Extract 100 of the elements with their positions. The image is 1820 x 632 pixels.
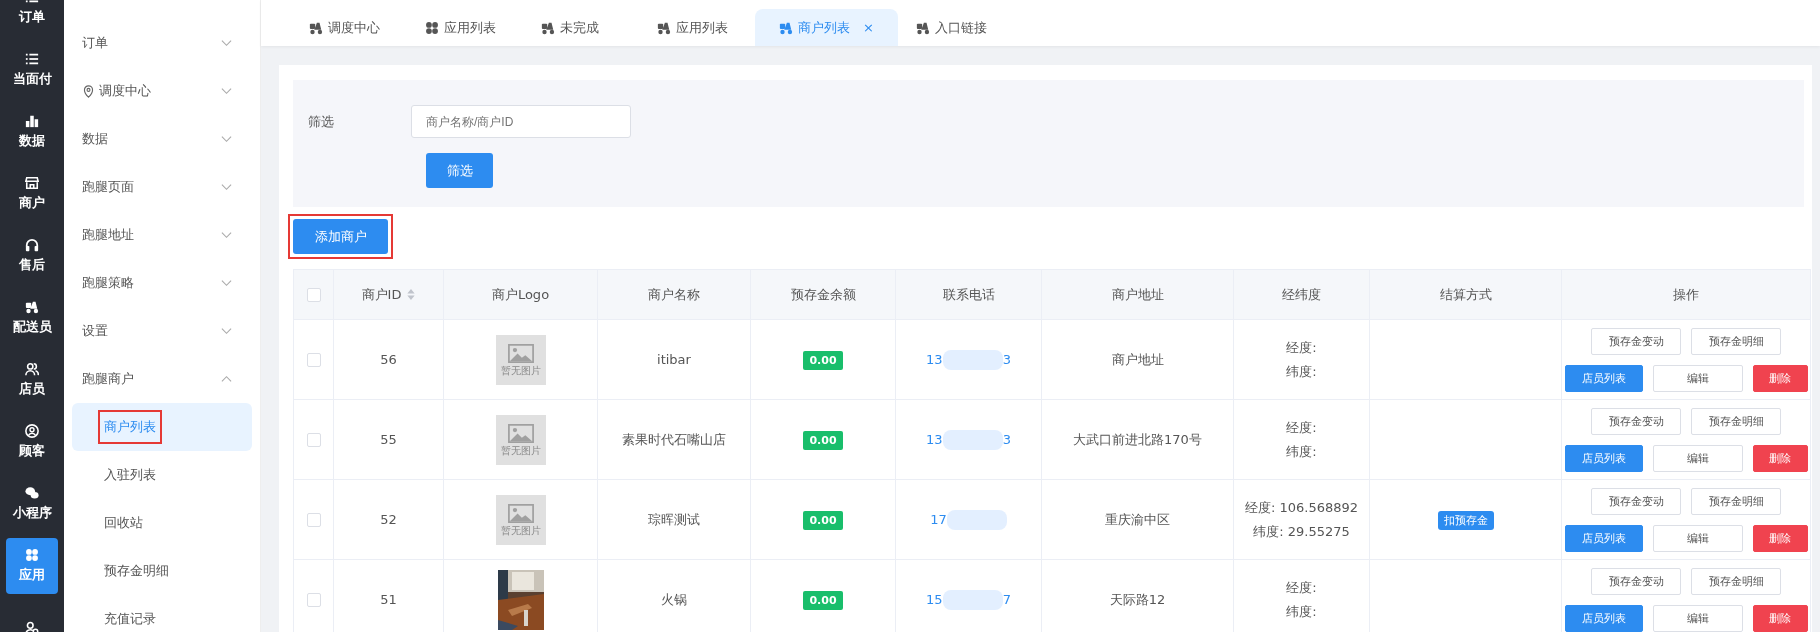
menu-item[interactable]: 设置 [64, 307, 252, 355]
row-checkbox[interactable] [306, 593, 321, 608]
menu-item[interactable]: 跑腿页面 [64, 163, 252, 211]
action-button[interactable]: 预存金变动 [1591, 487, 1681, 515]
action-button[interactable]: 编辑 [1652, 444, 1743, 472]
action-button[interactable]: 预存金明细 [1691, 487, 1781, 515]
chevron-down-icon [221, 183, 232, 191]
phone-link[interactable]: 3 [1002, 432, 1011, 447]
column-header: 预存金余额 [790, 286, 856, 302]
submenu-item[interactable]: 回收站 [72, 499, 252, 547]
filter-label: 筛选 [308, 112, 335, 131]
search-field[interactable]: 商户名称/商户ID [411, 105, 631, 138]
table-cell: 重庆渝中区 [1105, 511, 1170, 527]
action-button[interactable]: 删除 [1752, 604, 1808, 632]
longitude-text: 经度: 106.568892 [1244, 498, 1359, 517]
submenu-item[interactable]: 预存金明细 [72, 547, 252, 595]
menu-item[interactable]: 调度中心 [64, 67, 252, 115]
longitude-text: 经度: [1286, 418, 1317, 437]
sidebar-item[interactable]: 顾客 [6, 414, 58, 470]
tab[interactable]: 未完成 [523, 9, 639, 46]
submenu-item[interactable]: 充值记录 [72, 595, 252, 632]
users-icon [25, 362, 39, 376]
menu-item[interactable]: 数据 [64, 115, 252, 163]
table-cell: 51 [380, 592, 397, 607]
table-cell: 商户地址 [1111, 351, 1164, 367]
tab[interactable]: 调度中心 [291, 9, 407, 46]
sidebar-item[interactable]: 当面付 [6, 42, 58, 98]
sidebar-item[interactable]: 订单 [6, 0, 58, 36]
location-pin-icon [82, 84, 95, 98]
table-cell: 52 [380, 512, 397, 527]
column-header: 商户名称 [648, 286, 700, 302]
table-cell: 素果时代石嘴山店 [622, 431, 726, 447]
table-cell: 火锅 [661, 591, 687, 607]
placeholder-text: 暂无图片 [500, 364, 541, 376]
scooter-icon [657, 20, 671, 35]
select-all-checkbox[interactable] [306, 288, 321, 303]
table-cell: 55 [380, 432, 397, 447]
image-icon [507, 423, 534, 443]
chevron-down-icon [221, 231, 232, 239]
table-cell: 大武口前进北路170号 [1073, 431, 1202, 447]
action-button[interactable]: 预存金明细 [1691, 407, 1781, 435]
sidebar-item[interactable]: 店员 [6, 352, 58, 408]
phone-link[interactable]: 3 [1002, 352, 1011, 367]
action-button[interactable]: 编辑 [1652, 364, 1743, 392]
table-cell: itibar [657, 352, 691, 367]
tab[interactable]: 入口链接 [897, 9, 1014, 46]
row-checkbox[interactable] [306, 353, 321, 368]
table-cell: 天际路12 [1109, 591, 1166, 607]
sidebar-item[interactable]: 数据 [6, 104, 58, 160]
image-icon [507, 503, 534, 523]
scooter-icon [25, 300, 39, 314]
blurred-region [942, 349, 1003, 370]
blurred-region [942, 429, 1003, 450]
phone-link[interactable]: 7 [1002, 592, 1011, 607]
blurred-region [946, 509, 1007, 530]
action-button[interactable]: 预存金变动 [1591, 567, 1681, 595]
menu-item[interactable]: 订单 [64, 19, 252, 67]
latitude-text: 纬度: [1286, 602, 1317, 621]
shop-icon [25, 176, 39, 190]
action-button[interactable]: 删除 [1752, 444, 1808, 472]
menu-item[interactable]: 跑腿地址 [64, 211, 252, 259]
action-button[interactable]: 预存金变动 [1591, 407, 1681, 435]
settlement-tag: 扣预存金 [1437, 510, 1494, 530]
chevron-down-icon [221, 135, 232, 143]
scooter-icon [915, 20, 930, 35]
chat-icon [25, 486, 39, 500]
chevron-up-icon [221, 375, 232, 383]
table-cell: 琮晖测试 [648, 511, 700, 527]
action-button[interactable]: 预存金变动 [1591, 327, 1681, 355]
action-button[interactable]: 编辑 [1652, 524, 1743, 552]
tab[interactable]: 应用列表 [407, 9, 523, 46]
sidebar-item[interactable]: 配送员 [6, 290, 58, 346]
menu-item[interactable]: 跑腿策略 [64, 259, 252, 307]
action-button[interactable]: 编辑 [1652, 604, 1743, 632]
action-button[interactable]: 删除 [1752, 524, 1808, 552]
placeholder-text: 暂无图片 [500, 524, 541, 536]
balance-badge: 0.00 [803, 511, 843, 530]
column-header: 联系电话 [942, 286, 995, 302]
table-cell: 56 [380, 352, 397, 367]
sidebar-item[interactable]: 商户 [6, 166, 58, 222]
longitude-text: 经度: [1286, 338, 1317, 357]
tab[interactable]: 应用列表 [639, 9, 755, 46]
action-button[interactable]: 删除 [1752, 364, 1808, 392]
sort-icon[interactable] [407, 289, 416, 300]
sidebar-item[interactable]: 售后 [6, 228, 58, 284]
chevron-down-icon [221, 279, 232, 287]
submenu-item[interactable]: 入驻列表 [72, 451, 252, 499]
sidebar-item[interactable]: 小程序 [6, 476, 58, 532]
image-icon [507, 343, 534, 363]
row-checkbox[interactable] [306, 433, 321, 448]
user-circle-icon [25, 424, 39, 438]
scooter-icon [309, 20, 323, 35]
action-button[interactable]: 预存金明细 [1691, 567, 1781, 595]
column-header: 结算方式 [1439, 286, 1492, 302]
row-checkbox[interactable] [306, 513, 321, 528]
action-button[interactable]: 预存金明细 [1691, 327, 1781, 355]
balance-badge: 0.00 [803, 431, 843, 450]
column-header: 商户地址 [1111, 286, 1164, 302]
grid-icon [425, 20, 439, 35]
menu-item[interactable]: 跑腿商户 [64, 355, 252, 403]
